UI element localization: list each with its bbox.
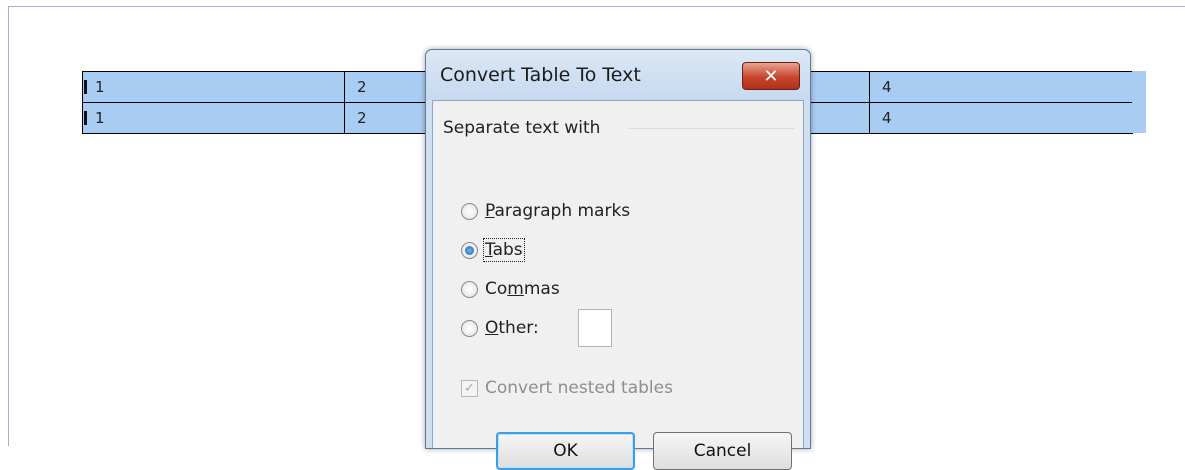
- radio-selected-dot: [465, 245, 474, 255]
- row-end-marker: [1132, 71, 1146, 102]
- checkbox: ✓: [461, 379, 478, 397]
- radio-button[interactable]: [461, 319, 478, 337]
- radio-label: Other:: [485, 318, 539, 338]
- radio-button[interactable]: [461, 280, 478, 298]
- checkbox-label: Convert nested tables: [485, 378, 673, 398]
- text-caret: [84, 80, 87, 94]
- radio-commas[interactable]: Commas: [461, 276, 560, 302]
- radio-label: Paragraph marks: [485, 201, 631, 221]
- radio-button[interactable]: [461, 202, 478, 220]
- table-cell[interactable]: 1: [82, 102, 345, 134]
- text-caret: [84, 111, 87, 125]
- row-end-marker: [1132, 102, 1146, 133]
- table-cell[interactable]: 4: [869, 71, 1133, 103]
- radio-button[interactable]: [461, 241, 478, 259]
- convert-nested-tables-option: ✓ Convert nested tables: [461, 375, 673, 401]
- group-divider: [629, 128, 794, 129]
- close-icon: ✕: [763, 65, 779, 87]
- radio-tabs[interactable]: Tabs: [461, 237, 525, 263]
- radio-label: Tabs: [483, 238, 525, 262]
- close-button[interactable]: ✕: [742, 62, 800, 90]
- dialog-body: Separate text with Paragraph marks Tabs …: [432, 100, 804, 470]
- dialog-titlebar[interactable]: Convert Table To Text ✕: [426, 50, 810, 100]
- radio-label: Commas: [485, 279, 560, 299]
- cancel-button[interactable]: Cancel: [653, 432, 792, 470]
- dialog-title: Convert Table To Text: [440, 64, 641, 86]
- checkmark-icon: ✓: [464, 380, 475, 396]
- radio-other[interactable]: Other:: [461, 315, 539, 341]
- convert-table-dialog: Convert Table To Text ✕ Separate text wi…: [425, 49, 811, 470]
- separator-group-label: Separate text with: [443, 118, 601, 138]
- radio-paragraph-marks[interactable]: Paragraph marks: [461, 198, 630, 224]
- table-cell[interactable]: 1: [82, 71, 345, 103]
- table-cell[interactable]: 4: [869, 102, 1133, 134]
- other-separator-input[interactable]: [578, 309, 612, 347]
- ok-button[interactable]: OK: [496, 432, 635, 470]
